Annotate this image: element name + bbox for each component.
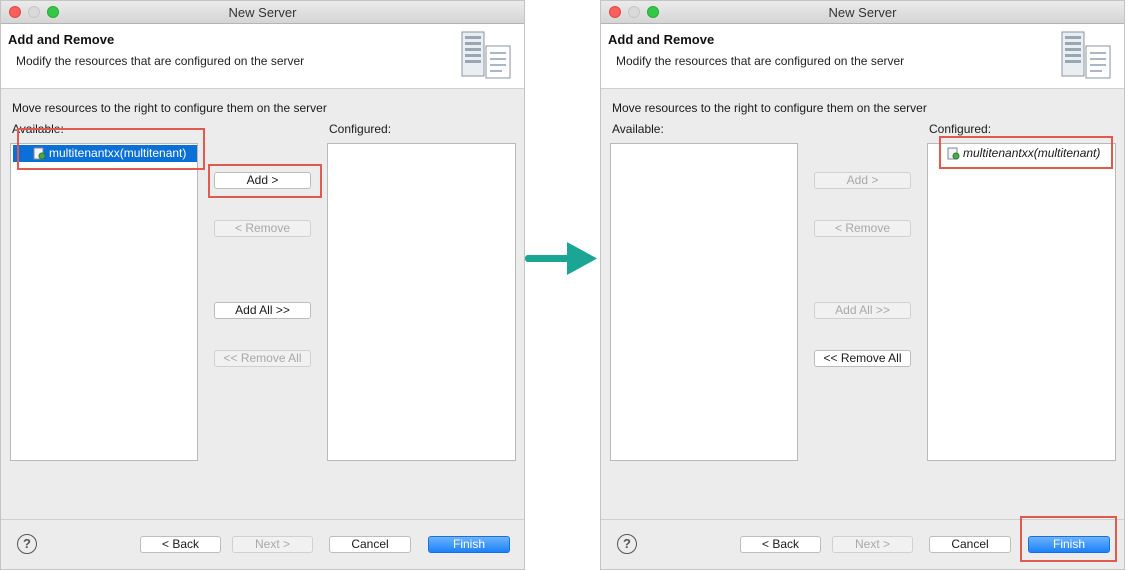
back-button[interactable]: < Back: [740, 536, 821, 553]
help-icon[interactable]: ?: [617, 534, 637, 554]
banner-heading: Add and Remove: [608, 32, 715, 47]
footer-separator: [1, 519, 524, 520]
title-bar: New Server: [601, 1, 1124, 24]
configured-label: Configured:: [329, 122, 392, 136]
configured-list[interactable]: multitenantxx(multitenant): [927, 143, 1116, 461]
finish-button[interactable]: Finish: [428, 536, 510, 553]
highlight-box: [939, 136, 1113, 169]
new-server-dialog-after: New Server Add and Remove Modify the res…: [600, 0, 1125, 570]
banner-description: Modify the resources that are configured…: [16, 54, 305, 68]
server-icon: [1061, 31, 1111, 79]
next-button[interactable]: Next >: [832, 536, 913, 553]
wizard-banner: Add and Remove Modify the resources that…: [1, 24, 524, 89]
wizard-banner: Add and Remove Modify the resources that…: [601, 24, 1124, 89]
window-title: New Server: [228, 5, 297, 20]
configured-list[interactable]: [327, 143, 516, 461]
add-button[interactable]: Add >: [814, 172, 911, 189]
instruction-text: Move resources to the right to configure…: [612, 101, 927, 115]
help-icon[interactable]: ?: [17, 534, 37, 554]
remove-button[interactable]: < Remove: [214, 220, 311, 237]
window-title: New Server: [828, 5, 897, 20]
next-button[interactable]: Next >: [232, 536, 313, 553]
server-icon: [461, 31, 511, 79]
cancel-button[interactable]: Cancel: [329, 536, 411, 553]
configured-label: Configured:: [929, 122, 992, 136]
highlight-box: [208, 164, 322, 198]
title-bar: New Server: [1, 1, 524, 24]
available-list[interactable]: multitenantxx(multitenant): [10, 143, 198, 461]
back-button[interactable]: < Back: [140, 536, 221, 553]
available-list[interactable]: [610, 143, 798, 461]
arrow-right-icon: [525, 242, 597, 275]
remove-button[interactable]: < Remove: [814, 220, 911, 237]
remove-all-button[interactable]: << Remove All: [214, 350, 311, 367]
highlight-box: [1020, 516, 1117, 562]
instruction-text: Move resources to the right to configure…: [12, 101, 327, 115]
available-label: Available:: [612, 122, 664, 136]
remove-all-button[interactable]: << Remove All: [814, 350, 911, 367]
banner-heading: Add and Remove: [8, 32, 115, 47]
new-server-dialog-before: New Server Add and Remove Modify the res…: [0, 0, 525, 570]
cancel-button[interactable]: Cancel: [929, 536, 1011, 553]
add-all-button[interactable]: Add All >>: [814, 302, 911, 319]
banner-description: Modify the resources that are configured…: [616, 54, 905, 68]
add-all-button[interactable]: Add All >>: [214, 302, 311, 319]
highlight-box: [17, 128, 205, 170]
